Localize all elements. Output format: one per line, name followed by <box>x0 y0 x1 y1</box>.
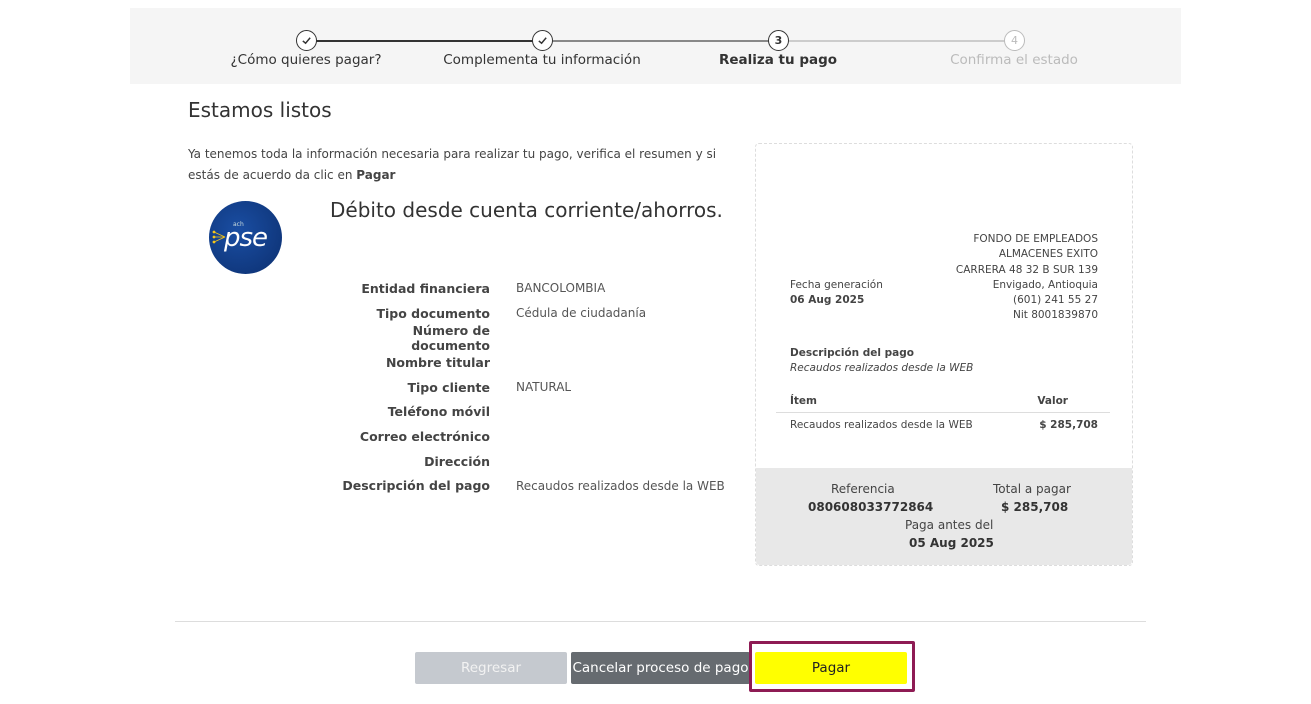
pse-logo-icon: ach pse <box>209 201 282 274</box>
detail-label: Correo electrónico <box>359 428 490 444</box>
description-label: Descripción del pago <box>790 347 914 359</box>
pse-network-icon <box>212 230 226 244</box>
detail-label: Nombre titular <box>385 354 490 370</box>
step-2-check-icon <box>532 30 553 51</box>
company-line: Envigado, Antioquia <box>992 278 1098 291</box>
pay-button[interactable]: Pagar <box>755 652 907 684</box>
progress-stepper: ¿Cómo quieres pagar? Complementa tu info… <box>130 8 1181 84</box>
payment-details: Entidad financiera BANCOLOMBIA Tipo docum… <box>330 276 750 498</box>
detail-label: Teléfono móvil <box>387 404 490 420</box>
detail-value: Cédula de ciudadanía <box>516 306 647 321</box>
reference-label: Referencia <box>831 482 895 496</box>
generation-date: 06 Aug 2025 <box>790 294 865 306</box>
description-value: Recaudos realizados desde la WEB <box>790 362 974 374</box>
step-line-progress <box>542 40 778 42</box>
footer-divider <box>175 621 1146 622</box>
detail-row-tipo-cliente: Tipo cliente NATURAL <box>330 375 750 400</box>
due-date-value: 05 Aug 2025 <box>909 536 994 550</box>
step-1-label: ¿Cómo quieres pagar? <box>230 52 382 68</box>
intro-text: Ya tenemos toda la información necesaria… <box>188 144 728 186</box>
step-line-pending <box>778 40 1014 42</box>
detail-label: Número de documento <box>411 322 490 353</box>
detail-value: NATURAL <box>516 380 572 395</box>
total-label: Total a pagar <box>993 482 1071 496</box>
payment-method-title: Débito desde cuenta corriente/ahorros. <box>330 198 723 222</box>
detail-row-entidad: Entidad financiera BANCOLOMBIA <box>330 276 750 301</box>
pse-logo-ach: ach <box>233 221 244 228</box>
generation-date-label: Fecha generación <box>790 279 883 291</box>
company-line: CARRERA 48 32 B SUR 139 <box>955 263 1098 276</box>
step-3-number: 3 <box>768 30 789 51</box>
detail-row-descripcion: Descripción del pago Recaudos realizados … <box>330 474 750 499</box>
detail-value: Recaudos realizados desde la WEB <box>516 478 725 493</box>
item-name: Recaudos realizados desde la WEB <box>790 419 973 431</box>
intro-body: Ya tenemos toda la información necesaria… <box>188 147 717 182</box>
detail-label: Dirección <box>424 453 490 469</box>
step-1-check-icon <box>296 30 317 51</box>
cancel-payment-button[interactable]: Cancelar proceso de pago <box>571 652 750 684</box>
detail-row-telefono: Teléfono móvil <box>330 399 750 424</box>
payment-receipt: FONDO DE EMPLEADOS ALMACENES EXITO CARRE… <box>755 143 1133 566</box>
detail-value: BANCOLOMBIA <box>516 281 606 296</box>
item-value: $ 285,708 <box>1039 419 1098 431</box>
total-value: $ 285,708 <box>1001 500 1069 514</box>
detail-label: Tipo documento <box>376 305 490 321</box>
back-button[interactable]: Regresar <box>415 652 567 684</box>
detail-label: Tipo cliente <box>407 379 490 395</box>
step-4-label: Confirma el estado <box>950 52 1078 68</box>
items-header: Ítem Valor <box>776 393 1110 413</box>
detail-row-direccion: Dirección <box>330 449 750 474</box>
detail-label: Entidad financiera <box>361 280 490 296</box>
detail-row-nombre-titular: Nombre titular <box>330 350 750 375</box>
due-date-label: Paga antes del <box>905 518 994 532</box>
reference-value: 080608033772864 <box>808 500 934 514</box>
company-info: FONDO DE EMPLEADOS ALMACENES EXITO CARRE… <box>956 232 1098 324</box>
intro-bold: Pagar <box>356 168 396 182</box>
detail-label: Descripción del pago <box>342 478 490 494</box>
company-line: FONDO DE EMPLEADOS <box>973 233 1098 245</box>
item-column-header: Ítem <box>790 395 817 407</box>
company-line: ALMACENES EXITO <box>998 248 1098 261</box>
step-4-number: 4 <box>1004 30 1025 51</box>
company-line: Nit 8001839870 <box>1012 309 1098 322</box>
detail-row-tipo-documento: Tipo documento Cédula de ciudadanía <box>330 301 750 326</box>
step-2-label: Complementa tu información <box>443 52 641 68</box>
value-column-header: Valor <box>1037 395 1068 407</box>
step-3-label: Realiza tu pago <box>718 52 838 68</box>
page-title: Estamos listos <box>188 98 332 122</box>
step-line-done <box>306 40 542 42</box>
receipt-summary: Referencia 080608033772864 Total a pagar… <box>756 468 1132 565</box>
company-line: (601) 241 55 27 <box>1012 294 1098 307</box>
detail-row-numero-documento: Número de documento <box>330 322 750 353</box>
detail-row-correo: Correo electrónico <box>330 424 750 449</box>
